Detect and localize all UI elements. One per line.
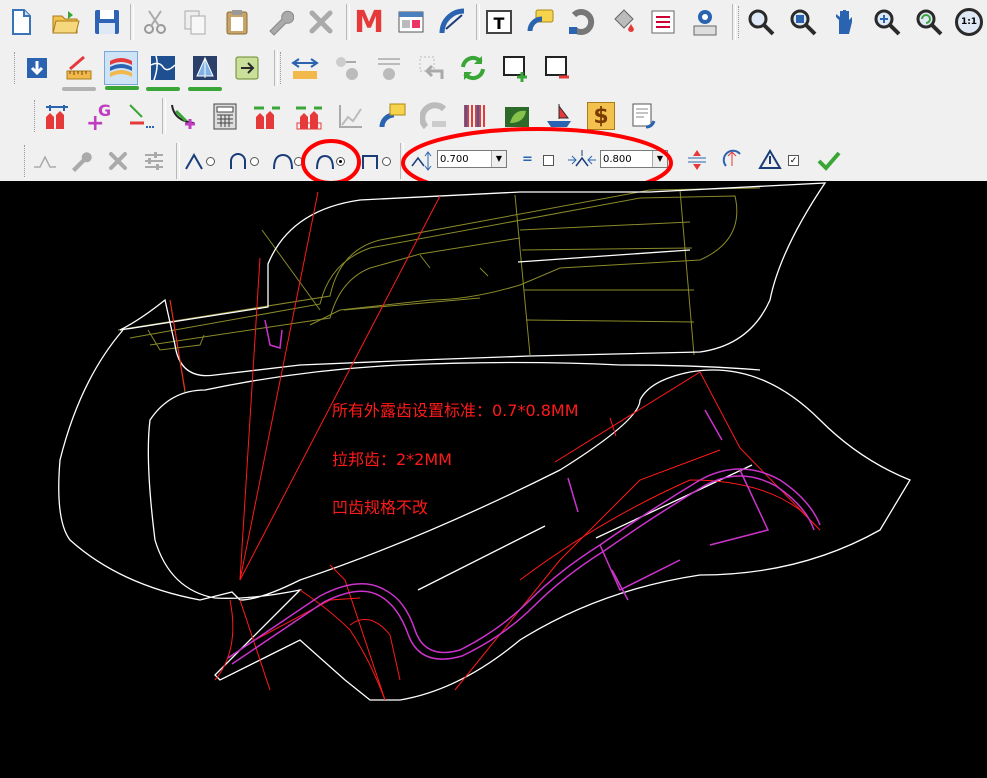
cad-drawing [58, 182, 911, 701]
annotation-exposed-tooth: 所有外露齿设置标准：0.7*0.8MM [332, 401, 579, 420]
guide-lines [117, 187, 761, 393]
annotation-concave-tooth: 凹齿规格不改 [332, 498, 429, 517]
annotation-rabbet-tooth: 拉邦齿：2*2MM [332, 450, 452, 469]
round-tooth-highlight [301, 139, 361, 181]
toolbar-area: M T 1:1 + G $ 0.700 ▼ = 0.800 ▼ ✓ [0, 0, 987, 181]
drawing-canvas[interactable]: 所有外露齿设置标准：0.7*0.8MM 拉邦齿：2*2MM 凹齿规格不改 [0, 181, 987, 778]
highlight-overlay [301, 127, 673, 181]
params-highlight [401, 127, 673, 181]
outline-paths [58, 182, 911, 701]
